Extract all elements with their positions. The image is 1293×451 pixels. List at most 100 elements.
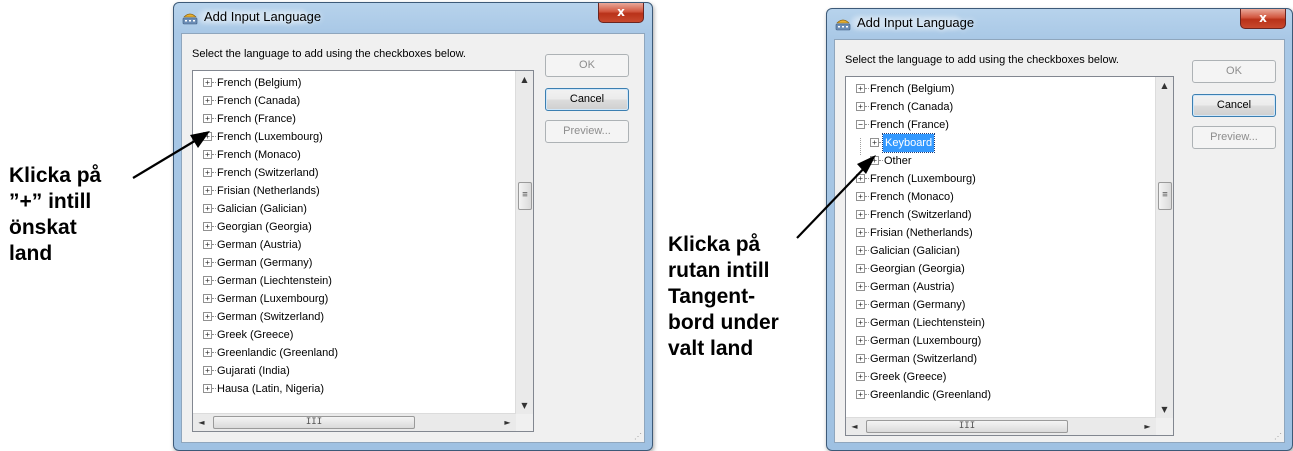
tree-item-label[interactable]: Gujarati (India) — [217, 362, 290, 380]
expand-plus-icon[interactable]: + — [856, 282, 865, 291]
tree-item-label[interactable]: Greek (Greece) — [217, 326, 293, 344]
expand-plus-icon[interactable]: + — [203, 312, 212, 321]
scroll-up-arrow-icon[interactable]: ▲ — [1156, 77, 1173, 94]
tree-item-label[interactable]: Keyboard — [881, 133, 936, 153]
expand-plus-icon[interactable]: + — [203, 132, 212, 141]
resize-grip-icon[interactable]: ⋰ — [1274, 432, 1282, 441]
tree-item[interactable]: + French (Monaco) — [846, 188, 1146, 206]
expand-plus-icon[interactable]: + — [203, 330, 212, 339]
scroll-down-arrow-icon[interactable]: ▼ — [516, 397, 533, 414]
tree-item-label[interactable]: German (Austria) — [870, 278, 954, 296]
tree-item[interactable]: + Galician (Galician) — [846, 242, 1146, 260]
scroll-right-arrow-icon[interactable]: ► — [499, 414, 516, 431]
vertical-scrollbar[interactable]: ▲ ≡ ▼ — [1155, 77, 1173, 418]
tree-item[interactable]: + French (Belgium) — [846, 80, 1146, 98]
close-button[interactable]: x — [598, 3, 644, 23]
tree-item-label[interactable]: Greenlandic (Greenland) — [870, 386, 991, 404]
tree-item[interactable]: + German (Germany) — [846, 296, 1146, 314]
tree-item-label[interactable]: French (Monaco) — [217, 146, 301, 164]
tree-item-label[interactable]: Frisian (Netherlands) — [870, 224, 973, 242]
scroll-left-arrow-icon[interactable]: ◄ — [193, 414, 210, 431]
scroll-up-arrow-icon[interactable]: ▲ — [516, 71, 533, 88]
tree-item-label[interactable]: German (Austria) — [217, 236, 301, 254]
tree-item-label[interactable]: Georgian (Georgia) — [870, 260, 965, 278]
tree-item[interactable]: + Georgian (Georgia) — [193, 218, 493, 236]
tree-item-label[interactable]: German (Liechtenstein) — [870, 314, 985, 332]
tree-item-label[interactable]: German (Liechtenstein) — [217, 272, 332, 290]
tree-subitem[interactable]: + Other — [860, 152, 1156, 170]
expand-plus-icon[interactable]: + — [203, 114, 212, 123]
expand-plus-icon[interactable]: + — [203, 78, 212, 87]
expand-plus-icon[interactable]: + — [203, 222, 212, 231]
scroll-down-arrow-icon[interactable]: ▼ — [1156, 401, 1173, 418]
expand-plus-icon[interactable]: + — [856, 84, 865, 93]
close-button[interactable]: x — [1240, 9, 1286, 29]
expand-plus-icon[interactable]: + — [203, 150, 212, 159]
expand-plus-icon[interactable]: + — [203, 204, 212, 213]
tree-item[interactable]: + French (Canada) — [193, 92, 493, 110]
expand-plus-icon[interactable]: + — [203, 366, 212, 375]
tree-item-label[interactable]: French (Switzerland) — [870, 206, 971, 224]
tree-item-label[interactable]: Georgian (Georgia) — [217, 218, 312, 236]
tree-item-label[interactable]: French (Switzerland) — [217, 164, 318, 182]
tree-item-label[interactable]: German (Germany) — [870, 296, 965, 314]
ok-button[interactable]: OK — [1192, 60, 1276, 83]
horizontal-scrollbar[interactable]: ◄ III ► — [846, 417, 1156, 435]
expand-plus-icon[interactable]: + — [203, 348, 212, 357]
tree-item[interactable]: + French (Belgium) — [193, 74, 493, 92]
tree-item[interactable]: − French (France) — [846, 116, 1146, 134]
tree-subitem[interactable]: + Keyboard — [860, 133, 1156, 153]
language-tree[interactable]: + French (Belgium) + French (Canada) − French… — [845, 76, 1174, 436]
tree-item[interactable]: + German (Switzerland) — [193, 308, 493, 326]
tree-item-label[interactable]: French (France) — [217, 110, 296, 128]
scroll-thumb[interactable]: III — [866, 420, 1068, 433]
expand-plus-icon[interactable]: + — [856, 210, 865, 219]
tree-item-label[interactable]: Greenlandic (Greenland) — [217, 344, 338, 362]
collapse-minus-icon[interactable]: − — [856, 120, 865, 129]
expand-plus-icon[interactable]: + — [856, 264, 865, 273]
tree-item[interactable]: + Greek (Greece) — [846, 368, 1146, 386]
scroll-thumb[interactable]: ≡ — [518, 182, 532, 210]
tree-item[interactable]: + German (Luxembourg) — [846, 332, 1146, 350]
horizontal-scrollbar[interactable]: ◄ III ► — [193, 413, 516, 431]
tree-item[interactable]: + French (Monaco) — [193, 146, 493, 164]
tree-item-label[interactable]: French (France) — [870, 116, 949, 134]
tree-item[interactable]: + French (Luxembourg) — [846, 170, 1146, 188]
tree-item[interactable]: + Gujarati (India) — [193, 362, 493, 380]
expand-plus-icon[interactable]: + — [203, 294, 212, 303]
tree-item[interactable]: + French (Switzerland) — [193, 164, 493, 182]
expand-plus-icon[interactable]: + — [856, 390, 865, 399]
tree-item-label[interactable]: German (Switzerland) — [870, 350, 977, 368]
tree-item-label[interactable]: Galician (Galician) — [870, 242, 960, 260]
tree-item[interactable]: + French (Canada) — [846, 98, 1146, 116]
tree-item[interactable]: + Frisian (Netherlands) — [846, 224, 1146, 242]
tree-item[interactable]: + German (Austria) — [846, 278, 1146, 296]
tree-item[interactable]: + Frisian (Netherlands) — [193, 182, 493, 200]
expand-plus-icon[interactable]: + — [203, 384, 212, 393]
expand-plus-icon[interactable]: + — [856, 174, 865, 183]
tree-item-label[interactable]: German (Germany) — [217, 254, 312, 272]
tree-item-label[interactable]: German (Luxembourg) — [217, 290, 328, 308]
tree-item[interactable]: + French (France) — [193, 110, 493, 128]
tree-item[interactable]: + German (Austria) — [193, 236, 493, 254]
cancel-button[interactable]: Cancel — [545, 88, 629, 111]
expand-plus-icon[interactable]: + — [856, 300, 865, 309]
expand-plus-icon[interactable]: + — [856, 372, 865, 381]
expand-plus-icon[interactable]: + — [870, 138, 879, 147]
vertical-scrollbar[interactable]: ▲ ≡ ▼ — [515, 71, 533, 414]
preview-button[interactable]: Preview... — [545, 120, 629, 143]
expand-plus-icon[interactable]: + — [856, 102, 865, 111]
tree-item-label[interactable]: French (Canada) — [870, 98, 953, 116]
tree-item[interactable]: + Georgian (Georgia) — [846, 260, 1146, 278]
preview-button[interactable]: Preview... — [1192, 126, 1276, 149]
tree-item-label[interactable]: French (Canada) — [217, 92, 300, 110]
cancel-button[interactable]: Cancel — [1192, 94, 1276, 117]
expand-plus-icon[interactable]: + — [856, 354, 865, 363]
title-bar[interactable]: Add Input Language x — [827, 9, 1292, 39]
expand-plus-icon[interactable]: + — [203, 168, 212, 177]
expand-plus-icon[interactable]: + — [856, 246, 865, 255]
tree-item[interactable]: + French (Switzerland) — [846, 206, 1146, 224]
tree-item-label[interactable]: French (Monaco) — [870, 188, 954, 206]
tree-item-label[interactable]: German (Luxembourg) — [870, 332, 981, 350]
tree-item-label[interactable]: French (Luxembourg) — [870, 170, 976, 188]
